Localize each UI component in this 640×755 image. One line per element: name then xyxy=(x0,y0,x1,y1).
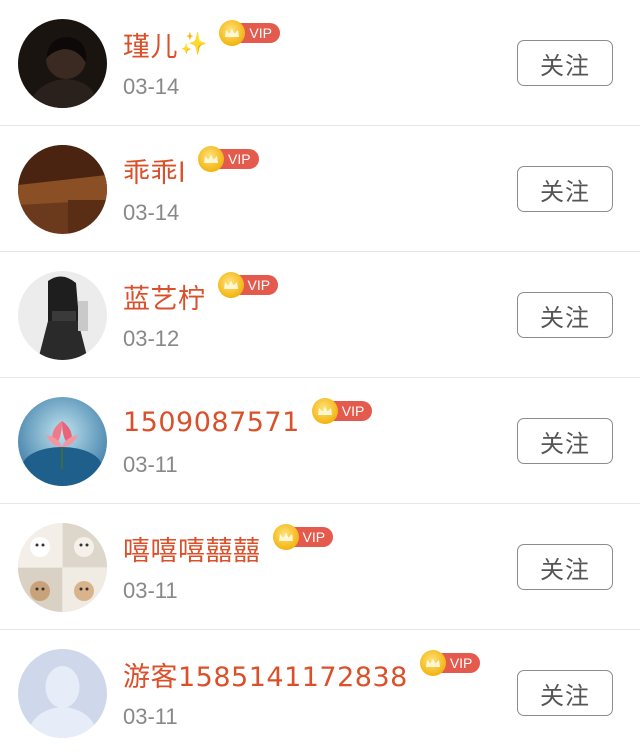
avatar[interactable] xyxy=(18,523,107,612)
sparkle-icon: ✨ xyxy=(180,31,208,57)
crown-icon xyxy=(272,524,299,550)
vip-badge: VIP xyxy=(219,20,280,46)
follow-date: 03-11 xyxy=(123,578,178,603)
crown-icon xyxy=(198,146,225,172)
avatar[interactable] xyxy=(18,271,107,360)
vip-badge: VIP xyxy=(272,524,334,550)
crown-icon xyxy=(217,272,244,298)
avatar[interactable] xyxy=(18,145,107,234)
avatar[interactable] xyxy=(18,649,107,738)
crown-icon xyxy=(311,398,338,424)
user-name[interactable]: 游客1585141172838 xyxy=(123,655,408,694)
user-name[interactable]: 嘻嘻嘻囍囍 xyxy=(123,529,261,568)
follow-button[interactable]: 关注 xyxy=(517,166,613,212)
follow-date: 03-12 xyxy=(123,326,180,351)
follow-date: 03-14 xyxy=(123,74,180,99)
list-item[interactable]: 游客1585141172838 VIP 03-11 关注 xyxy=(0,630,640,755)
follow-button[interactable]: 关注 xyxy=(517,670,613,716)
list-item[interactable]: 乖乖l VIP 03-14 关注 xyxy=(0,126,640,252)
user-name[interactable]: 1509087571 xyxy=(123,407,300,438)
follow-list: 瑾儿 ✨ VIP 03-14 关注 乖乖l VIP 03-14 关注 蓝艺柠 V… xyxy=(0,0,640,755)
list-item[interactable]: 1509087571 VIP 03-11 关注 xyxy=(0,378,640,504)
avatar[interactable] xyxy=(18,19,107,108)
follow-date: 03-11 xyxy=(123,704,178,729)
list-item[interactable]: 蓝艺柠 VIP 03-12 关注 xyxy=(0,252,640,378)
crown-icon xyxy=(419,650,446,676)
follow-date: 03-14 xyxy=(123,200,180,225)
user-name[interactable]: 瑾儿 xyxy=(123,25,178,64)
vip-badge: VIP xyxy=(419,650,481,676)
user-name[interactable]: 乖乖l xyxy=(123,151,186,190)
follow-button[interactable]: 关注 xyxy=(517,40,613,86)
list-item[interactable]: 瑾儿 ✨ VIP 03-14 关注 xyxy=(0,0,640,126)
user-name[interactable]: 蓝艺柠 xyxy=(123,277,206,316)
follow-button[interactable]: 关注 xyxy=(517,418,613,464)
follow-button[interactable]: 关注 xyxy=(517,292,613,338)
vip-badge: VIP xyxy=(311,398,373,424)
follow-button[interactable]: 关注 xyxy=(517,544,613,590)
list-item[interactable]: 嘻嘻嘻囍囍 VIP 03-11 关注 xyxy=(0,504,640,630)
vip-badge: VIP xyxy=(217,272,279,298)
vip-badge: VIP xyxy=(198,146,259,172)
follow-date: 03-11 xyxy=(123,452,178,477)
avatar[interactable] xyxy=(18,397,107,486)
